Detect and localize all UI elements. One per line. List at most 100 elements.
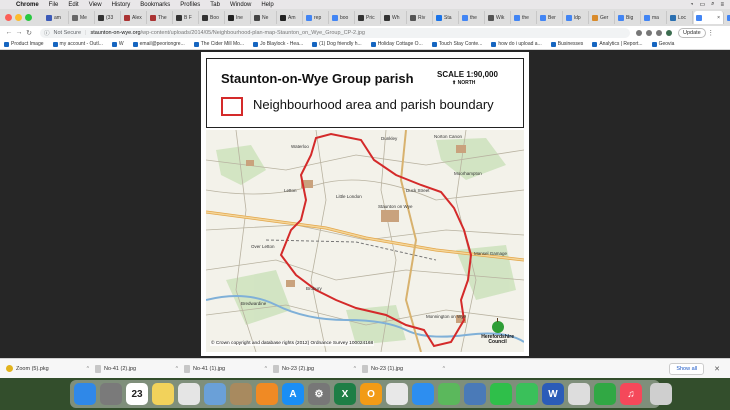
download-item[interactable]: Zoom (5).pkg ^ [6, 365, 95, 373]
launchpad-dock-icon[interactable] [100, 383, 122, 405]
parish-map-image[interactable]: Staunton-on-Wye Group parish SCALE 1:90,… [201, 52, 529, 356]
menu-file[interactable]: File [49, 2, 59, 8]
bookmark-star-icon[interactable] [646, 29, 652, 36]
bookmark-item[interactable]: (1) Dog friendly h... [312, 41, 362, 47]
share-icon[interactable] [636, 29, 642, 36]
browser-tab[interactable]: Boo [200, 11, 225, 24]
browser-tab[interactable]: Riv [408, 11, 433, 24]
download-options-chevron-icon[interactable]: ^ [87, 366, 89, 372]
extension-icon[interactable] [656, 29, 662, 36]
browser-tab[interactable]: The [148, 11, 173, 24]
close-downloads-bar-icon[interactable]: ✕ [714, 365, 720, 373]
close-window-icon[interactable] [5, 14, 12, 21]
reload-icon[interactable]: ↻ [24, 29, 34, 37]
messages-dock-icon[interactable] [516, 383, 538, 405]
browser-tab[interactable]: Wh [382, 11, 407, 24]
download-item[interactable]: No-23 (1).jpg ^ [362, 364, 451, 373]
profile-avatar[interactable] [666, 29, 672, 36]
bookmark-item[interactable]: how do i upload a... [491, 41, 542, 47]
bookmark-item[interactable]: Product Image [4, 41, 44, 47]
forward-icon[interactable]: → [14, 29, 24, 36]
bookmark-item[interactable]: Geovia [651, 41, 674, 47]
bookmark-item[interactable]: Businesses [550, 41, 583, 47]
browser-tab[interactable]: hov [725, 11, 730, 24]
browser-tab[interactable]: (33 [96, 11, 121, 24]
books-dock-icon[interactable] [256, 383, 278, 405]
back-icon[interactable]: ← [4, 29, 14, 36]
wifi-icon[interactable]: ◔ [690, 2, 694, 8]
notes-dock-icon[interactable] [152, 383, 174, 405]
menu-help[interactable]: Help [261, 2, 273, 8]
download-options-chevron-icon[interactable]: ^ [176, 366, 178, 372]
music-dock-icon[interactable]: ♫ [620, 383, 642, 405]
bookmark-item[interactable]: W [111, 41, 124, 47]
download-options-chevron-icon[interactable]: ^ [443, 366, 445, 372]
download-item[interactable]: No-41 (2).jpg ^ [95, 364, 184, 373]
browser-tab[interactable]: Big [616, 11, 641, 24]
zoom-window-icon[interactable] [25, 14, 32, 21]
contacts-dock-icon[interactable] [230, 383, 252, 405]
calendar-dock-icon[interactable]: 23 [126, 383, 148, 405]
menu-view[interactable]: View [89, 2, 102, 8]
browser-tab[interactable]: × [694, 11, 724, 24]
battery-icon[interactable]: ▭ [699, 1, 705, 8]
menu-bookmarks[interactable]: Bookmarks [140, 2, 170, 8]
menu-edit[interactable]: Edit [68, 2, 78, 8]
browser-tab[interactable]: Ger [590, 11, 615, 24]
minimize-window-icon[interactable] [15, 14, 22, 21]
numbers-dock-icon[interactable] [594, 383, 616, 405]
keyboard-viewer-dock-icon[interactable] [568, 383, 590, 405]
browser-tab[interactable]: rep [304, 11, 329, 24]
browser-tab[interactable]: Ne [252, 11, 277, 24]
photos-dock-icon[interactable] [178, 383, 200, 405]
bookmark-item[interactable]: email@peoriongre... [132, 41, 185, 47]
browser-tab[interactable]: Me [70, 11, 95, 24]
browser-tab[interactable]: Alex [122, 11, 147, 24]
chrome-dock-icon[interactable] [386, 383, 408, 405]
browser-tab[interactable]: Ine [226, 11, 251, 24]
browser-tab[interactable]: ma [642, 11, 667, 24]
download-options-chevron-icon[interactable]: ^ [265, 366, 267, 372]
address-bar[interactable]: ⓘ Not Secure | staunton-on-wye.org/wp-co… [40, 27, 630, 38]
word-dock-icon[interactable]: W [542, 383, 564, 405]
bookmark-item[interactable]: Jo Blaylock - Hea... [253, 41, 303, 47]
browser-tab[interactable]: ldp [564, 11, 589, 24]
excel-dock-icon[interactable]: X [334, 383, 356, 405]
pages-dock-icon[interactable]: O [360, 383, 382, 405]
more-menu-icon[interactable]: ⋮ [706, 29, 716, 37]
browser-tab[interactable]: Pric [356, 11, 381, 24]
browser-tab[interactable]: Am [278, 11, 303, 24]
download-item[interactable]: No-23 (2).jpg ^ [273, 364, 362, 373]
menu-window[interactable]: Window [230, 2, 251, 8]
maps-dock-icon[interactable] [438, 383, 460, 405]
safari-dock-icon[interactable] [412, 383, 434, 405]
menu-profiles[interactable]: Profiles [180, 2, 200, 8]
system-preferences-dock-icon[interactable]: ⚙ [308, 383, 330, 405]
browser-tab[interactable]: boo [330, 11, 355, 24]
menu-chrome[interactable]: Chrome [16, 2, 39, 8]
facetime-dock-icon[interactable] [490, 383, 512, 405]
warning-icon[interactable]: ⓘ [44, 29, 50, 37]
browser-tab[interactable]: the [460, 11, 485, 24]
bookmark-item[interactable]: my account - Outl... [52, 41, 103, 47]
browser-tab[interactable]: am [44, 11, 69, 24]
bookmark-item[interactable]: The Cider Mill Mo... [193, 41, 244, 47]
app-store-dock-icon[interactable]: A [282, 383, 304, 405]
preview-dock-icon[interactable] [204, 383, 226, 405]
control-center-icon[interactable]: ≡ [720, 2, 724, 8]
bookmark-item[interactable]: Touch Stay Conte... [431, 41, 482, 47]
browser-tab[interactable]: Sta [434, 11, 459, 24]
browser-tab[interactable]: Wik [486, 11, 511, 24]
image-capture-dock-icon[interactable] [464, 383, 486, 405]
bookmark-item[interactable]: Holiday Cottage O... [370, 41, 423, 47]
bookmark-item[interactable]: Analytics | Report... [592, 41, 643, 47]
browser-tab[interactable]: B F [174, 11, 199, 24]
browser-tab[interactable]: Loc [668, 11, 693, 24]
menu-history[interactable]: History [112, 2, 131, 8]
search-icon[interactable]: ⌕ [711, 1, 714, 8]
close-tab-icon[interactable]: × [717, 15, 720, 21]
show-all-downloads-button[interactable]: Show all [669, 362, 705, 375]
not-secure-label[interactable]: Not Secure [54, 30, 82, 36]
download-options-chevron-icon[interactable]: ^ [354, 366, 356, 372]
download-item[interactable]: No-41 (1).jpg ^ [184, 364, 273, 373]
